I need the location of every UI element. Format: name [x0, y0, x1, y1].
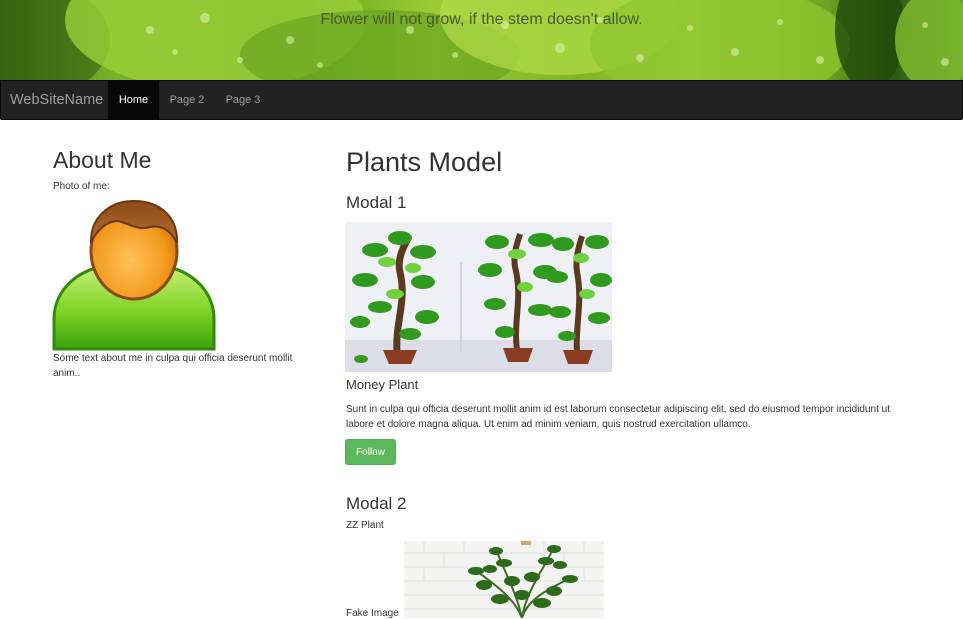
nav-item-page-3[interactable]: Page 3	[215, 81, 271, 119]
photo-label: Photo of me:	[53, 181, 110, 192]
zz-plant-image	[404, 541, 604, 618]
top-navbar: WebSiteName Home Page 2 Page 3	[0, 80, 963, 120]
fake-image-label: Fake Image	[346, 608, 399, 619]
nav-item-home[interactable]: Home	[108, 81, 159, 119]
banner-tagline: Flower will not grow, if the stem doesn'…	[320, 11, 643, 28]
header-banner: Flower will not grow, if the stem doesn'…	[0, 0, 963, 80]
zz-plant-name: ZZ Plant	[346, 520, 384, 531]
nav-item-page-2[interactable]: Page 2	[159, 81, 215, 119]
about-me-heading: About Me	[53, 147, 152, 173]
about-me-text: Some text about me in culpa qui officia …	[53, 353, 293, 379]
modal-2-heading: Modal 2	[346, 494, 407, 513]
plants-model-title: Plants Model	[346, 147, 503, 177]
navbar-brand[interactable]: WebSiteName	[10, 81, 103, 119]
follow-button[interactable]: Follow	[345, 439, 396, 465]
modal-1-heading: Modal 1	[346, 193, 407, 212]
money-plant-description: Sunt in culpa qui officia deserunt molli…	[346, 404, 890, 430]
money-plant-name: Money Plant	[346, 377, 419, 392]
money-plant-image	[345, 222, 612, 372]
user-icon	[52, 199, 216, 351]
